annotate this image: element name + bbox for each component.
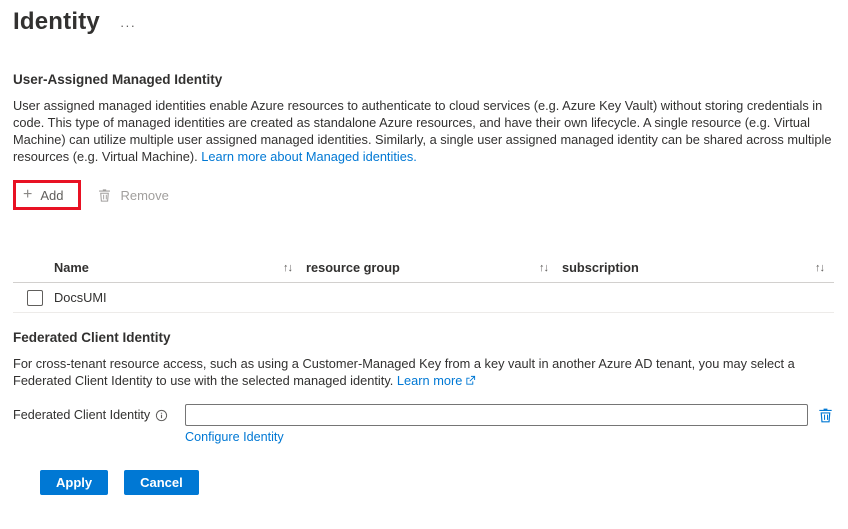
page-header: Identity ··· [13,8,834,36]
trash-icon [97,188,112,203]
federated-learn-more-label: Learn more [396,373,463,388]
column-header-resource-group[interactable]: resource group ↑↓ [306,260,562,275]
federated-learn-more-link[interactable]: Learn more [397,373,476,388]
column-header-subscription[interactable]: subscription ↑↓ [562,260,834,275]
federated-description: For cross-tenant resource access, such a… [13,355,834,389]
configure-identity-link[interactable]: Configure Identity [185,430,284,444]
page-title: Identity [13,8,100,35]
plus-icon: + [23,186,33,203]
remove-button[interactable]: Remove [97,187,169,203]
sort-icon[interactable]: ↑↓ [539,262,549,274]
federated-client-identity-input[interactable] [185,404,808,426]
table-row[interactable]: DocsUMI [13,283,834,313]
add-button[interactable]: + Add [13,180,82,210]
uami-description-text: User assigned managed identities enable … [13,98,832,164]
federated-field-label-wrap: Federated Client Identity [13,408,185,422]
sort-icon[interactable]: ↑↓ [283,262,293,274]
federated-field-row: Federated Client Identity [13,404,834,426]
add-button-label: Add [40,187,64,203]
column-header-subscription-label: subscription [562,260,639,275]
row-checkbox[interactable] [27,289,43,306]
external-link-icon [465,375,476,386]
footer-actions: Apply Cancel [40,470,834,495]
info-icon[interactable] [155,409,168,422]
configure-identity-row: Configure Identity [185,430,834,444]
more-actions-icon[interactable]: ··· [120,13,136,32]
column-header-name-label: Name [54,260,89,275]
apply-button[interactable]: Apply [40,470,109,495]
federated-section-heading: Federated Client Identity [13,330,171,345]
remove-button-label: Remove [120,187,169,203]
sort-icon[interactable]: ↑↓ [815,262,825,274]
managed-identities-learn-more-link[interactable]: Learn more about Managed identities. [201,149,417,164]
uami-toolbar: + Add Remove [13,178,834,212]
uami-description: User assigned managed identities enable … [13,97,834,165]
cancel-button[interactable]: Cancel [124,470,199,495]
federated-field-label: Federated Client Identity [13,408,151,422]
row-name-cell: DocsUMI [54,290,306,305]
row-checkbox-cell [13,289,54,306]
uami-section-heading: User-Assigned Managed Identity [13,72,223,87]
identity-page: Identity ··· User-Assigned Managed Ident… [0,0,848,495]
identities-table: Name ↑↓ resource group ↑↓ subscription ↑… [13,253,834,313]
column-header-resource-group-label: resource group [306,260,400,275]
identity-name: DocsUMI [54,290,107,305]
column-header-name[interactable]: Name ↑↓ [54,260,306,275]
delete-identity-icon[interactable] [817,407,834,424]
table-header-row: Name ↑↓ resource group ↑↓ subscription ↑… [13,253,834,283]
